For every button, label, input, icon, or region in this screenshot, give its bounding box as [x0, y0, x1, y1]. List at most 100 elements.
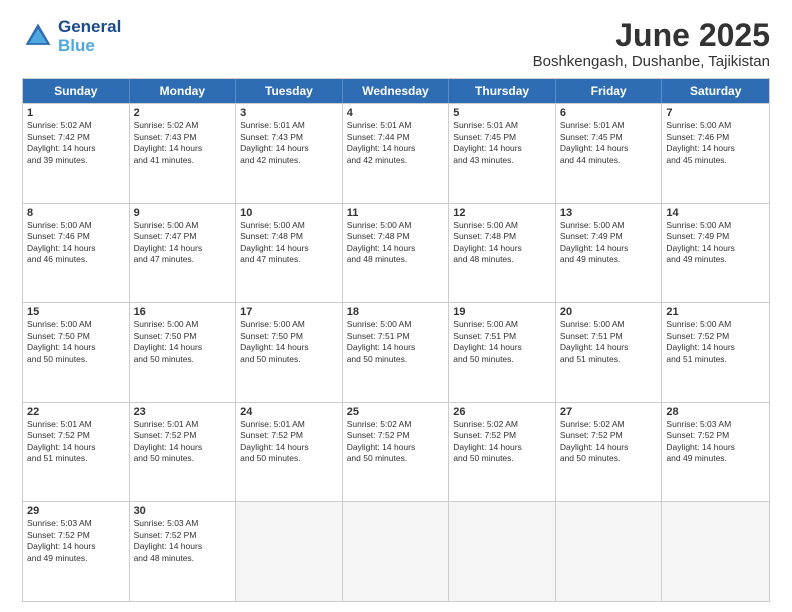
cell-text: Sunrise: 5:03 AM	[134, 518, 232, 529]
cell-text: Sunset: 7:50 PM	[240, 331, 338, 342]
cell-text: and 50 minutes.	[560, 453, 658, 464]
cell-text: Sunrise: 5:00 AM	[240, 319, 338, 330]
day-number: 21	[666, 306, 765, 318]
cell-text: and 48 minutes.	[134, 553, 232, 564]
cell-text: Sunset: 7:50 PM	[134, 331, 232, 342]
table-row: 6Sunrise: 5:01 AMSunset: 7:45 PMDaylight…	[556, 104, 663, 203]
cell-text: Sunset: 7:52 PM	[666, 430, 765, 441]
cell-text: Daylight: 14 hours	[560, 143, 658, 154]
cell-text: and 51 minutes.	[27, 453, 125, 464]
day-number: 27	[560, 406, 658, 418]
cell-text: Sunset: 7:52 PM	[27, 530, 125, 541]
day-number: 19	[453, 306, 551, 318]
cell-text: and 42 minutes.	[240, 155, 338, 166]
cell-text: Daylight: 14 hours	[27, 143, 125, 154]
calendar-body: 1Sunrise: 5:02 AMSunset: 7:42 PMDaylight…	[23, 103, 769, 601]
cell-text: Sunset: 7:52 PM	[560, 430, 658, 441]
day-number: 12	[453, 207, 551, 219]
cell-text: Sunset: 7:49 PM	[666, 231, 765, 242]
day-number: 1	[27, 107, 125, 119]
calendar-row: 22Sunrise: 5:01 AMSunset: 7:52 PMDayligh…	[23, 402, 769, 502]
cell-text: Sunset: 7:52 PM	[453, 430, 551, 441]
cell-text: Sunset: 7:48 PM	[240, 231, 338, 242]
day-number: 3	[240, 107, 338, 119]
cell-text: Sunset: 7:52 PM	[134, 530, 232, 541]
day-number: 15	[27, 306, 125, 318]
header-saturday: Saturday	[662, 79, 769, 103]
logo-general: General	[58, 18, 121, 37]
cell-text: Sunrise: 5:01 AM	[347, 120, 445, 131]
cell-text: and 50 minutes.	[240, 453, 338, 464]
table-row: 19Sunrise: 5:00 AMSunset: 7:51 PMDayligh…	[449, 303, 556, 402]
table-row: 28Sunrise: 5:03 AMSunset: 7:52 PMDayligh…	[662, 403, 769, 502]
cell-text: Sunset: 7:52 PM	[347, 430, 445, 441]
calendar-header: Sunday Monday Tuesday Wednesday Thursday…	[23, 79, 769, 103]
table-row: 17Sunrise: 5:00 AMSunset: 7:50 PMDayligh…	[236, 303, 343, 402]
cell-text: Daylight: 14 hours	[453, 143, 551, 154]
cell-text: Daylight: 14 hours	[134, 342, 232, 353]
header-friday: Friday	[556, 79, 663, 103]
cell-text: Sunset: 7:46 PM	[666, 132, 765, 143]
cell-text: Daylight: 14 hours	[240, 143, 338, 154]
cell-text: Sunrise: 5:02 AM	[347, 419, 445, 430]
table-row: 8Sunrise: 5:00 AMSunset: 7:46 PMDaylight…	[23, 204, 130, 303]
cell-text: Sunrise: 5:01 AM	[560, 120, 658, 131]
cell-text: and 50 minutes.	[134, 354, 232, 365]
cell-text: and 49 minutes.	[27, 553, 125, 564]
logo-icon	[22, 20, 54, 52]
cell-text: Sunrise: 5:01 AM	[240, 419, 338, 430]
table-row: 4Sunrise: 5:01 AMSunset: 7:44 PMDaylight…	[343, 104, 450, 203]
cell-text: Daylight: 14 hours	[347, 442, 445, 453]
cell-text: Daylight: 14 hours	[134, 541, 232, 552]
table-row: 5Sunrise: 5:01 AMSunset: 7:45 PMDaylight…	[449, 104, 556, 203]
table-row: 21Sunrise: 5:00 AMSunset: 7:52 PMDayligh…	[662, 303, 769, 402]
table-row: 3Sunrise: 5:01 AMSunset: 7:43 PMDaylight…	[236, 104, 343, 203]
table-row: 29Sunrise: 5:03 AMSunset: 7:52 PMDayligh…	[23, 502, 130, 601]
header-tuesday: Tuesday	[236, 79, 343, 103]
table-row: 11Sunrise: 5:00 AMSunset: 7:48 PMDayligh…	[343, 204, 450, 303]
page: General Blue June 2025 Boshkengash, Dush…	[0, 0, 792, 612]
cell-text: Sunrise: 5:00 AM	[347, 319, 445, 330]
cell-text: Daylight: 14 hours	[453, 442, 551, 453]
cell-text: Daylight: 14 hours	[666, 143, 765, 154]
cell-text: and 43 minutes.	[453, 155, 551, 166]
day-number: 30	[134, 505, 232, 517]
cell-text: Sunrise: 5:00 AM	[666, 319, 765, 330]
calendar-subtitle: Boshkengash, Dushanbe, Tajikistan	[533, 53, 770, 70]
cell-text: Daylight: 14 hours	[134, 143, 232, 154]
table-row: 16Sunrise: 5:00 AMSunset: 7:50 PMDayligh…	[130, 303, 237, 402]
cell-text: Sunrise: 5:02 AM	[134, 120, 232, 131]
table-row: 22Sunrise: 5:01 AMSunset: 7:52 PMDayligh…	[23, 403, 130, 502]
cell-text: Sunset: 7:52 PM	[666, 331, 765, 342]
cell-text: Daylight: 14 hours	[666, 342, 765, 353]
day-number: 28	[666, 406, 765, 418]
cell-text: and 49 minutes.	[666, 254, 765, 265]
cell-text: Sunrise: 5:01 AM	[240, 120, 338, 131]
cell-text: and 51 minutes.	[666, 354, 765, 365]
cell-text: Sunset: 7:52 PM	[240, 430, 338, 441]
table-row: 25Sunrise: 5:02 AMSunset: 7:52 PMDayligh…	[343, 403, 450, 502]
cell-text: Sunset: 7:48 PM	[453, 231, 551, 242]
cell-text: Sunrise: 5:00 AM	[240, 220, 338, 231]
table-row: 18Sunrise: 5:00 AMSunset: 7:51 PMDayligh…	[343, 303, 450, 402]
title-block: June 2025 Boshkengash, Dushanbe, Tajikis…	[533, 18, 770, 70]
logo-blue: Blue	[58, 37, 121, 56]
cell-text: and 48 minutes.	[347, 254, 445, 265]
cell-text: Daylight: 14 hours	[27, 541, 125, 552]
cell-text: Daylight: 14 hours	[453, 342, 551, 353]
cell-text: Sunrise: 5:00 AM	[347, 220, 445, 231]
cell-text: and 46 minutes.	[27, 254, 125, 265]
cell-text: Sunrise: 5:00 AM	[453, 319, 551, 330]
cell-text: and 47 minutes.	[240, 254, 338, 265]
cell-text: Sunrise: 5:01 AM	[134, 419, 232, 430]
table-row: 9Sunrise: 5:00 AMSunset: 7:47 PMDaylight…	[130, 204, 237, 303]
cell-text: and 41 minutes.	[134, 155, 232, 166]
calendar-row: 8Sunrise: 5:00 AMSunset: 7:46 PMDaylight…	[23, 203, 769, 303]
cell-text: and 48 minutes.	[453, 254, 551, 265]
day-number: 16	[134, 306, 232, 318]
cell-text: Sunrise: 5:01 AM	[453, 120, 551, 131]
table-row: 2Sunrise: 5:02 AMSunset: 7:43 PMDaylight…	[130, 104, 237, 203]
cell-text: Daylight: 14 hours	[453, 243, 551, 254]
table-row: 20Sunrise: 5:00 AMSunset: 7:51 PMDayligh…	[556, 303, 663, 402]
table-row: 1Sunrise: 5:02 AMSunset: 7:42 PMDaylight…	[23, 104, 130, 203]
